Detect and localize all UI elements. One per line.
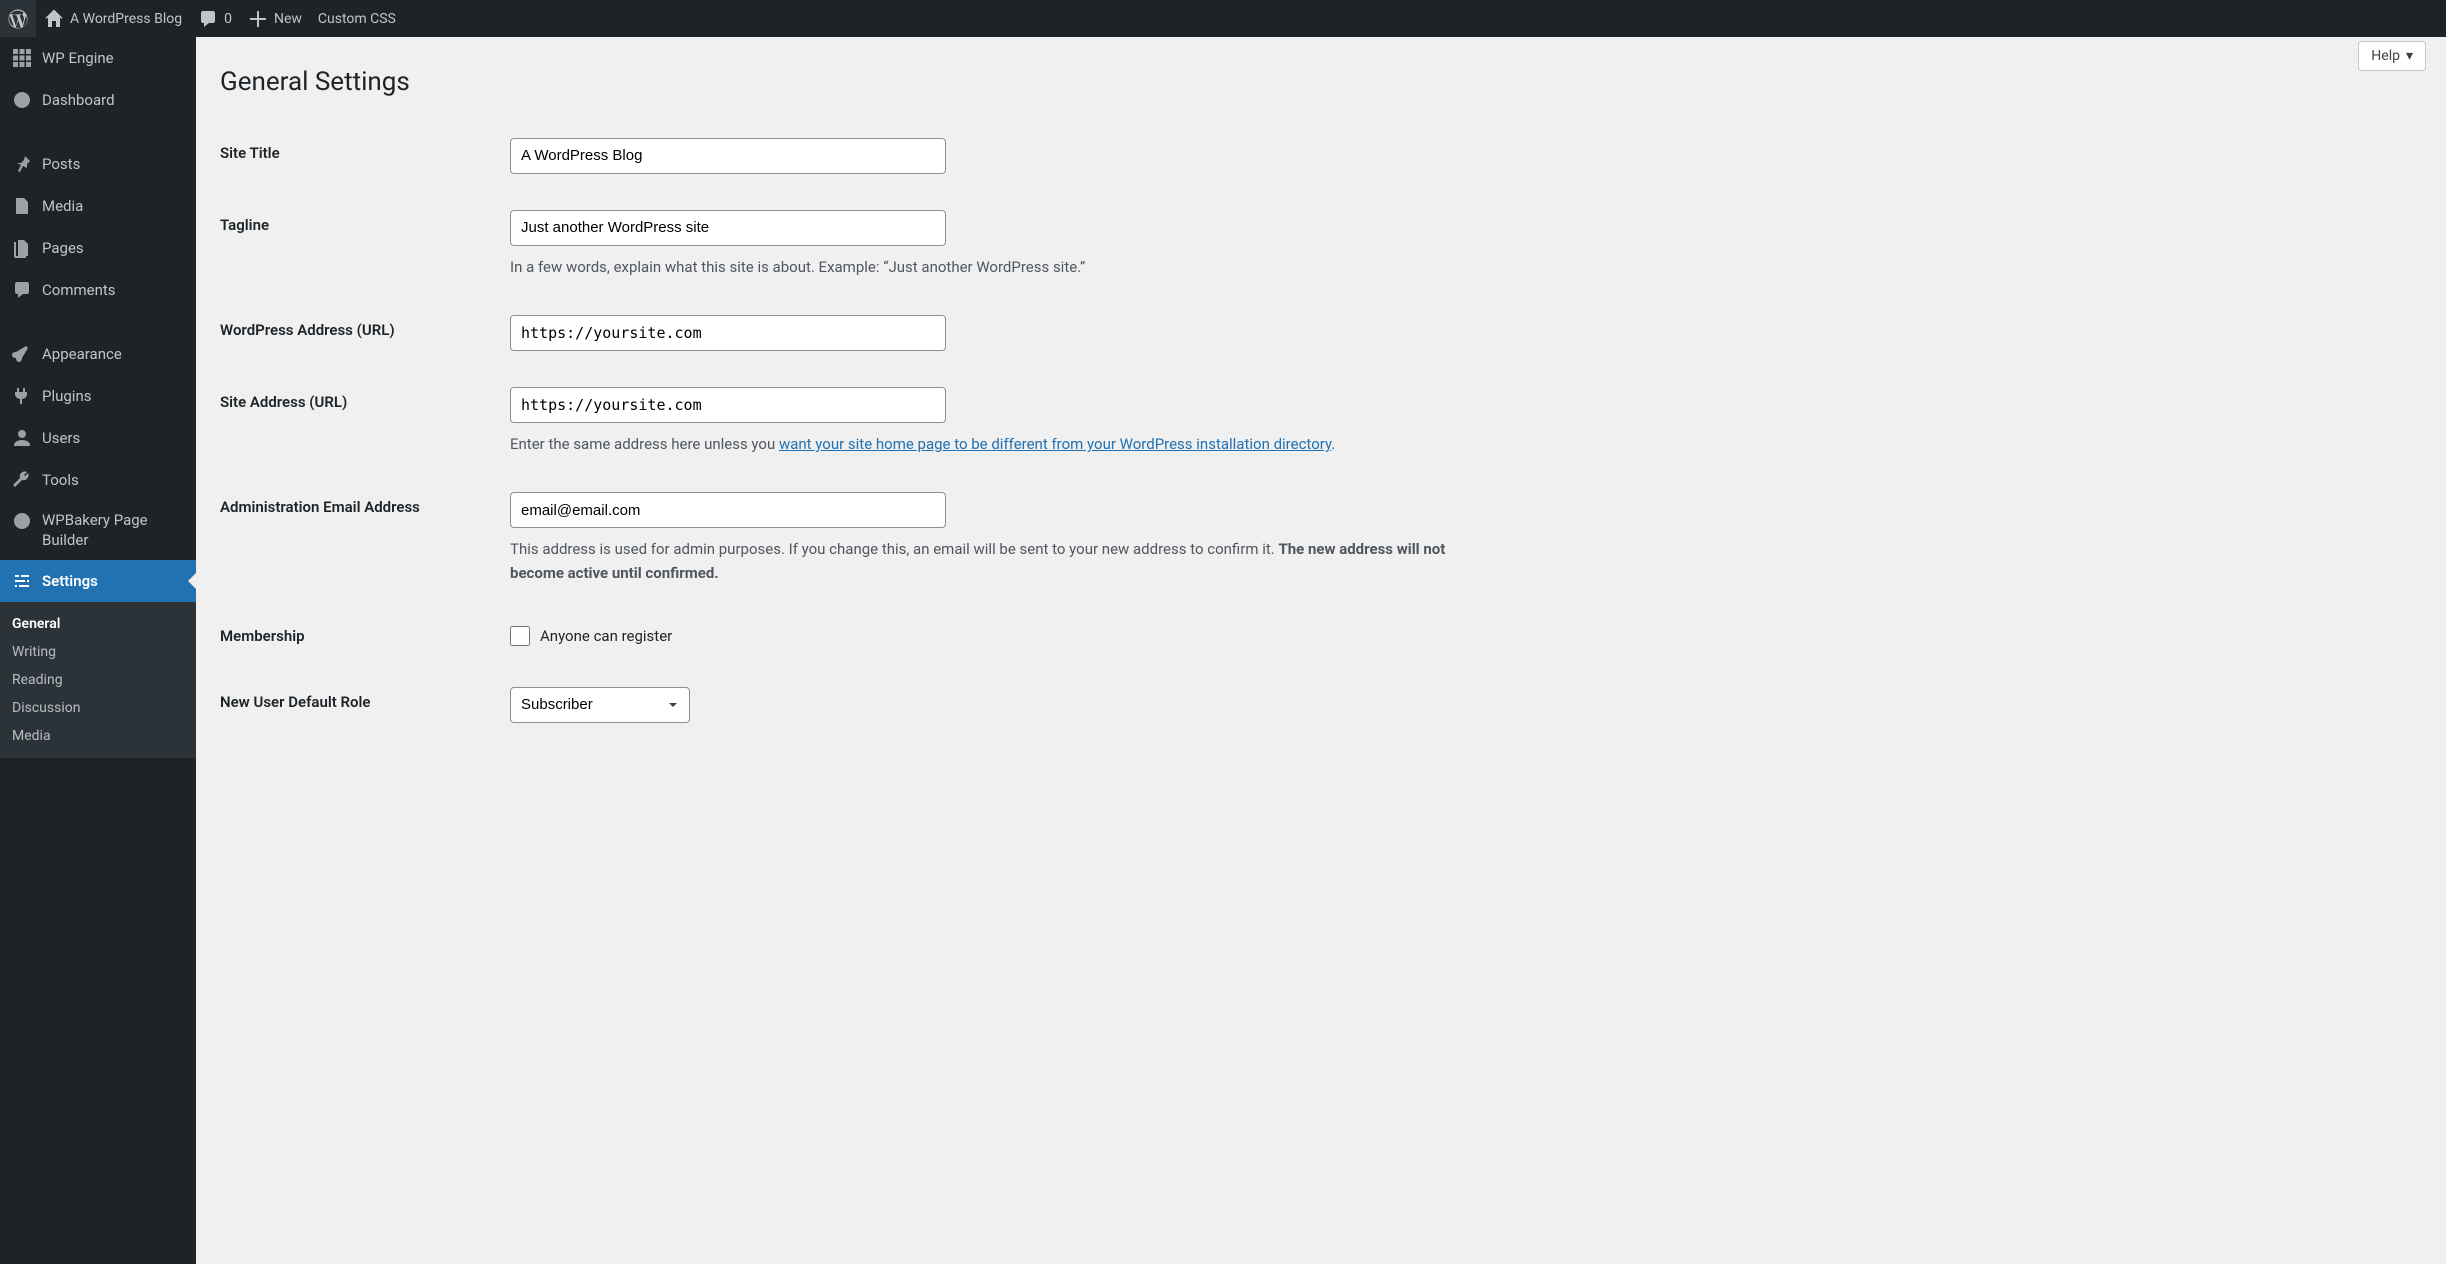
sidebar-item-wpbakery[interactable]: WPBakery Page Builder [0,501,196,560]
sidebar-item-dashboard[interactable]: Dashboard [0,79,196,121]
dashboard-icon [12,90,32,110]
menu-separator [0,121,196,143]
sidebar-item-tools[interactable]: Tools [0,459,196,501]
sidebar-item-label: Tools [42,471,79,489]
new-user-role-select[interactable]: Subscriber [510,687,690,723]
sidebar-item-pages[interactable]: Pages [0,227,196,269]
sidebar-item-settings[interactable]: Settings [0,560,196,602]
page-title: General Settings [220,57,2426,104]
sidebar-item-plugins[interactable]: Plugins [0,375,196,417]
plug-icon [12,386,32,406]
sidebar-item-media[interactable]: Media [0,185,196,227]
comments-icon [198,9,218,29]
admin-email-input[interactable] [510,492,946,528]
media-icon [12,196,32,216]
sidebar-item-label: Dashboard [42,91,115,109]
comment-icon [12,280,32,300]
sidebar-item-users[interactable]: Users [0,417,196,459]
site-name-link[interactable]: A WordPress Blog [36,0,190,37]
new-user-role-label: New User Default Role [220,693,371,711]
submenu-item-writing[interactable]: Writing [0,638,196,666]
help-label: Help [2371,48,2400,64]
comments-link[interactable]: 0 [190,0,240,37]
wp-logo[interactable] [0,0,36,37]
sidebar-item-posts[interactable]: Posts [0,143,196,185]
wpbakery-icon [12,511,32,531]
menu-separator [0,311,196,333]
submenu-item-discussion[interactable]: Discussion [0,694,196,722]
membership-label: Membership [220,627,305,645]
site-address-help-link[interactable]: want your site home page to be different… [779,435,1331,453]
membership-checkbox-label[interactable]: Anyone can register [510,626,2416,646]
submenu-item-general[interactable]: General [0,610,196,638]
sidebar-item-label: Media [42,197,83,215]
site-address-label: Site Address (URL) [220,393,347,411]
custom-css-label: Custom CSS [318,11,396,27]
site-title-label: Site Title [220,144,280,162]
site-address-help: Enter the same address here unless you w… [510,433,1490,456]
sidebar-item-label: Users [42,429,80,447]
pushpin-icon [12,154,32,174]
pages-icon [12,238,32,258]
sidebar-item-label: Plugins [42,387,91,405]
wordpress-icon [8,9,28,29]
submenu-item-reading[interactable]: Reading [0,666,196,694]
site-title-input[interactable] [510,138,946,174]
sidebar-item-label: Posts [42,155,80,173]
wp-address-label: WordPress Address (URL) [220,321,395,339]
sidebar-item-label: Settings [42,572,98,590]
sidebar-item-appearance[interactable]: Appearance [0,333,196,375]
new-label: New [274,11,302,27]
tagline-label: Tagline [220,216,269,234]
submenu-item-media[interactable]: Media [0,722,196,750]
tagline-input[interactable] [510,210,946,246]
plus-icon [248,9,268,29]
sidebar-item-label: Pages [42,239,84,257]
wrench-icon [12,470,32,490]
brush-icon [12,344,32,364]
admin-email-label: Administration Email Address [220,498,420,516]
help-toggle[interactable]: Help ▾ [2358,41,2426,71]
site-name-label: A WordPress Blog [70,11,182,27]
custom-css-link[interactable]: Custom CSS [310,0,404,37]
home-icon [44,9,64,29]
sidebar-item-label: Appearance [42,345,122,363]
sidebar-item-label: WPBakery Page Builder [42,511,184,550]
wp-address-input[interactable] [510,315,946,351]
user-icon [12,428,32,448]
membership-checkbox[interactable] [510,626,530,646]
wpengine-icon [12,48,32,68]
admin-email-help: This address is used for admin purposes.… [510,538,1490,585]
tagline-help: In a few words, explain what this site i… [510,256,1490,279]
settings-submenu: General Writing Reading Discussion Media [0,602,196,758]
sidebar-item-label: Comments [42,281,116,299]
sidebar-item-comments[interactable]: Comments [0,269,196,311]
new-content-link[interactable]: New [240,0,310,37]
sidebar-item-label: WP Engine [42,49,114,67]
comments-count: 0 [224,11,232,27]
chevron-down-icon: ▾ [2406,48,2413,64]
site-address-input[interactable] [510,387,946,423]
sidebar-item-wpengine[interactable]: WP Engine [0,37,196,79]
sliders-icon [12,571,32,591]
